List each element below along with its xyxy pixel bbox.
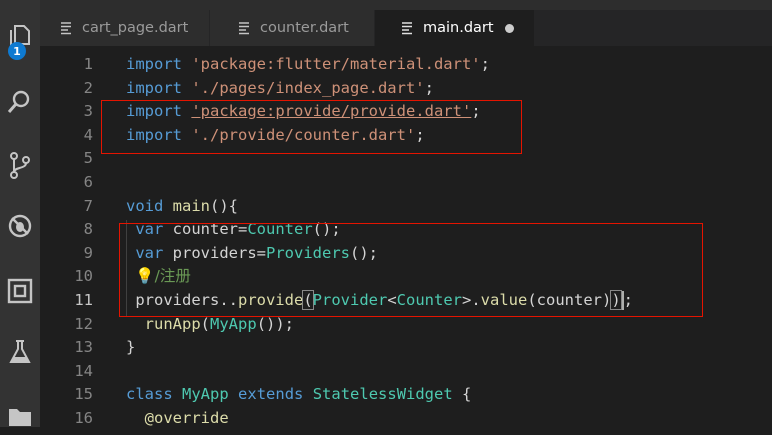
- code-token: class: [126, 385, 173, 404]
- code-token: ;: [424, 78, 434, 97]
- line-code: @override: [126, 406, 229, 430]
- code-line-16[interactable]: 16 @override: [40, 406, 772, 430]
- line-number: 2: [83, 78, 93, 97]
- line-number: 1: [83, 55, 93, 73]
- code-token: import: [126, 55, 182, 73]
- code-token: import: [126, 78, 182, 97]
- source-control-icon[interactable]: [0, 145, 40, 185]
- tab-bar-top: [40, 0, 772, 10]
- provider-annotation-box: [119, 223, 703, 317]
- activity-bar: 1: [0, 0, 40, 427]
- folder-icon[interactable]: [0, 395, 40, 435]
- line-code: void main(){: [126, 194, 238, 218]
- line-number: 5: [83, 149, 93, 168]
- tab-counter[interactable]: counter.dart: [210, 10, 375, 46]
- code-token: main: [172, 196, 210, 215]
- search-icon-svg: [7, 90, 30, 113]
- tab-main[interactable]: main.dart: [375, 10, 535, 46]
- tab-bar: cart_page.dart counter.dart main.dart: [40, 0, 772, 46]
- code-token: void: [126, 196, 164, 215]
- code-token: ());: [256, 314, 295, 333]
- code-token: runApp: [144, 314, 201, 333]
- code-line-6[interactable]: 6: [40, 170, 772, 194]
- code-token: extends: [238, 385, 304, 404]
- line-code: class MyApp extends StatelessWidget {: [126, 382, 471, 406]
- code-editor[interactable]: 1 import 'package:flutter/material.dart';…: [40, 46, 772, 427]
- search-icon[interactable]: [0, 82, 40, 122]
- line-number: 10: [74, 267, 93, 286]
- code-token: @override: [144, 409, 229, 427]
- line-number: 3: [83, 102, 93, 121]
- folder-icon-svg: [9, 409, 31, 426]
- line-number: 7: [83, 196, 93, 215]
- explorer-badge: 1: [8, 42, 26, 60]
- file-lines-icon: [61, 22, 71, 35]
- line-code: }: [126, 335, 135, 359]
- code-line-15[interactable]: 15 class MyApp extends StatelessWidget {: [40, 382, 772, 406]
- code-line-7[interactable]: 7 void main(){: [40, 194, 772, 218]
- debug-icon[interactable]: [0, 206, 40, 246]
- tab-label: counter.dart: [260, 20, 349, 36]
- line-number: 12: [74, 314, 93, 333]
- line-number: 14: [74, 361, 93, 380]
- code-token: {: [452, 385, 472, 404]
- import-annotation-box: [101, 100, 522, 154]
- code-line-1[interactable]: 1 import 'package:flutter/material.dart';: [40, 52, 772, 76]
- code-token: (){: [210, 196, 238, 215]
- extensions-icon[interactable]: [0, 271, 40, 311]
- line-number: 15: [74, 385, 93, 404]
- extensions-icon-svg: [7, 278, 33, 304]
- test-flask-icon[interactable]: [0, 332, 40, 372]
- code-token: ;: [480, 55, 490, 73]
- code-token: './pages/index_page.dart': [191, 78, 425, 97]
- code-token: 'package:flutter/material.dart': [191, 55, 481, 73]
- line-code: import 'package:flutter/material.dart';: [126, 52, 490, 76]
- file-lines-icon: [402, 22, 412, 35]
- line-number: 13: [74, 338, 93, 357]
- line-number: 11: [74, 291, 93, 309]
- line-number: 8: [83, 220, 93, 239]
- code-token: (: [200, 314, 211, 333]
- tab-label: main.dart: [423, 20, 494, 36]
- tab-label: cart_page.dart: [82, 20, 189, 36]
- source-control-icon-svg: [10, 152, 30, 179]
- code-token: MyApp: [210, 314, 257, 333]
- code-line-14[interactable]: 14: [40, 359, 772, 383]
- code-token: MyApp: [182, 385, 229, 404]
- unsaved-dot-icon[interactable]: [505, 24, 514, 33]
- line-number: 9: [83, 243, 93, 262]
- code-token: StatelessWidget: [312, 385, 453, 404]
- debug-icon-svg: [8, 214, 32, 238]
- line-code: import './pages/index_page.dart';: [126, 76, 434, 100]
- code-token: }: [126, 338, 136, 357]
- line-number: 16: [74, 409, 93, 427]
- file-lines-icon: [239, 22, 249, 35]
- line-number: 4: [83, 125, 93, 144]
- test-flask-icon-svg: [9, 340, 31, 363]
- line-number: 6: [83, 173, 93, 191]
- tab-cart-page[interactable]: cart_page.dart: [40, 10, 210, 46]
- code-line-13[interactable]: 13}: [40, 335, 772, 359]
- code-line-2[interactable]: 2 import './pages/index_page.dart';: [40, 76, 772, 100]
